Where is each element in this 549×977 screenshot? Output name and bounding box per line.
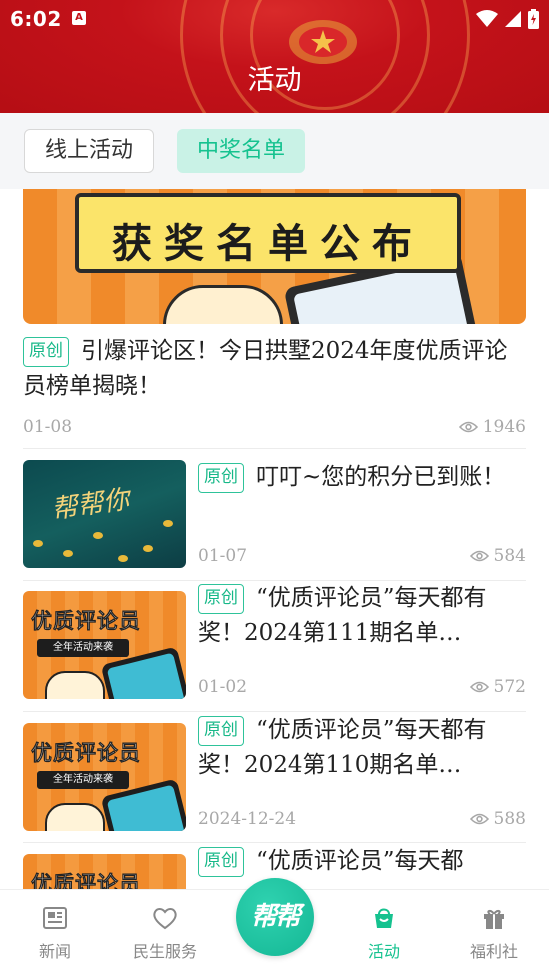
view-count: 572: [493, 677, 526, 697]
gift-icon: [484, 909, 504, 929]
featured-views: 1946: [458, 417, 526, 437]
featured-article[interactable]: 原创 引爆评论区！今日拱墅2024年度优质评论员榜单揭晓！: [23, 334, 526, 404]
nav-label: 活动: [367, 942, 400, 961]
status-time: 6:02: [10, 7, 62, 31]
article-views: 588: [469, 809, 526, 829]
divider: [23, 711, 526, 712]
battery-icon: [528, 9, 539, 29]
article-views: 584: [469, 546, 526, 566]
status-bar: 6:02 A: [0, 0, 549, 36]
view-count: 1946: [482, 417, 526, 437]
view-count: 584: [493, 546, 526, 566]
thumbnail-pill: 全年活动来袭: [37, 639, 129, 657]
list-item[interactable]: 优质评论员 全年活动来袭 原创 “优质评论员”每天都有奖！2024第110期名单……: [0, 713, 549, 845]
nav-item-news[interactable]: 新闻: [10, 904, 100, 962]
list-item[interactable]: 优质评论员 全年活动来袭 原创 “优质评论员”每天都有奖！2024第111期名单……: [0, 581, 549, 713]
bottom-navigation: 新闻 民生服务 帮帮 活动 福利社: [0, 878, 549, 977]
original-badge: 原创: [198, 584, 244, 614]
thumbnail-title: 优质评论员: [31, 741, 141, 766]
divider: [23, 842, 526, 843]
featured-title: 引爆评论区！今日拱墅2024年度优质评论员榜单揭晓！: [23, 338, 508, 399]
newspaper-icon: [43, 907, 67, 929]
tab-winners-list[interactable]: 中奖名单: [177, 129, 305, 173]
eye-icon: [458, 421, 478, 433]
article-thumbnail: 帮帮你: [23, 460, 186, 568]
eye-icon: [469, 681, 489, 693]
banner-text: 获奖名单公布: [112, 221, 424, 267]
article-views: 572: [469, 677, 526, 697]
tab-online-activities[interactable]: 线上活动: [24, 129, 154, 173]
article-date: 01-07: [198, 546, 248, 566]
article-title: 叮叮~您的积分已到账！: [256, 464, 506, 490]
center-button-label: 帮帮: [250, 902, 301, 932]
banner-illustration: [163, 285, 283, 324]
nav-label: 福利社: [469, 942, 518, 961]
view-count: 588: [493, 809, 526, 829]
wifi-icon: [476, 10, 498, 27]
divider: [23, 448, 526, 449]
article-title: “优质评论员”每天都: [256, 848, 464, 874]
article-date: 2024-12-24: [198, 809, 297, 829]
article-list: 获奖名单公布 原创 引爆评论区！今日拱墅2024年度优质评论员榜单揭晓！ 01-0…: [0, 189, 549, 889]
eye-icon: [469, 550, 489, 562]
thumbnail-pill: 全年活动来袭: [37, 771, 129, 789]
eye-icon: [469, 813, 489, 825]
article-date: 01-02: [198, 677, 248, 697]
notification-a-icon: A: [72, 11, 86, 25]
nav-item-services[interactable]: 民生服务: [120, 904, 210, 962]
bangbang-center-button[interactable]: 帮帮: [236, 878, 314, 956]
signal-icon: [505, 11, 521, 27]
app-header: 6:02 A 活动: [0, 0, 549, 113]
nav-label: 民生服务: [132, 942, 197, 961]
status-icons: [476, 9, 539, 29]
original-badge: 原创: [198, 463, 244, 493]
original-badge: 原创: [198, 847, 244, 877]
article-thumbnail: 优质评论员: [23, 854, 186, 889]
original-badge: 原创: [23, 337, 69, 367]
featured-banner-image[interactable]: 获奖名单公布: [23, 189, 526, 324]
nav-label: 新闻: [38, 942, 71, 961]
nav-item-activities[interactable]: 活动: [339, 904, 429, 962]
page-title: 活动: [247, 65, 302, 96]
thumbnail-title: 优质评论员: [31, 609, 141, 634]
featured-date: 01-08: [23, 417, 73, 437]
list-item[interactable]: 帮帮你 原创 叮叮~您的积分已到账！ 01-07 584: [0, 450, 549, 582]
article-thumbnail: 优质评论员 全年活动来袭: [23, 723, 186, 831]
original-badge: 原创: [198, 716, 244, 746]
thumbnail-text: 帮帮你: [49, 484, 132, 526]
banner-sign: 获奖名单公布: [75, 193, 461, 273]
article-thumbnail: 优质评论员 全年活动来袭: [23, 591, 186, 699]
tab-bar: 线上活动 中奖名单: [0, 113, 549, 189]
heart-icon: [153, 908, 177, 930]
thumbnail-title: 优质评论员: [31, 872, 141, 889]
activity-bag-icon: [375, 908, 393, 928]
nav-item-welfare[interactable]: 福利社: [449, 904, 539, 962]
